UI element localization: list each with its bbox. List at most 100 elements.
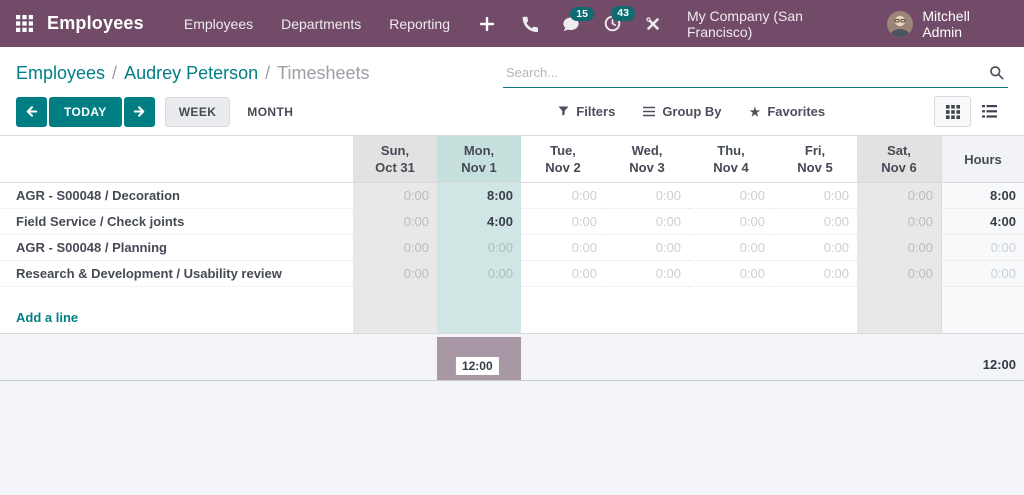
user-menu[interactable]: Mitchell Admin [887,8,1008,40]
day-total-label: 12:00 [455,356,499,375]
grid-cell[interactable]: 0:00 [605,235,689,261]
breadcrumb-separator: / [112,62,118,83]
group-by-label: Group By [662,104,722,119]
week-total: 12:00 [982,357,1016,372]
debug-tools-icon[interactable] [633,16,673,32]
day-date: Nov 6 [881,160,917,175]
row-label[interactable]: AGR - S00048 / Planning [0,235,353,261]
column-header-mon: Mon, Nov 1 [437,136,521,182]
range-month-button[interactable]: MONTH [234,97,306,127]
grid-view-button[interactable] [934,96,971,127]
grid-cell[interactable]: 0:00 [857,183,941,209]
list-view-icon [982,105,997,118]
column-header-fri: Fri, Nov 5 [773,136,857,182]
favorites-star-icon: ★ [749,104,761,119]
range-week-button[interactable]: WEEK [164,96,231,127]
list-view-button[interactable] [971,96,1008,127]
grid-cell[interactable]: 0:00 [857,261,941,287]
grid-cell[interactable]: 0:00 [773,209,857,235]
apps-menu-icon[interactable] [16,15,33,32]
menu-departments[interactable]: Departments [267,0,375,47]
table-row: AGR - S00048 / Planning 0:00 0:00 0:00 0… [0,235,1024,261]
grid-cell[interactable]: 0:00 [353,261,437,287]
breadcrumb-employee-name[interactable]: Audrey Peterson [124,63,258,84]
grid-cell[interactable]: 0:00 [521,183,605,209]
grid-cell[interactable]: 0:00 [353,235,437,261]
menu-employees[interactable]: Employees [170,0,267,47]
grid-cell[interactable]: 0:00 [353,209,437,235]
add-a-line-link[interactable]: Add a line [16,310,78,325]
breadcrumb-current: Timesheets [277,62,370,83]
previous-week-button[interactable] [16,96,47,127]
grid-cell[interactable]: 0:00 [689,235,773,261]
breadcrumb: Employees / Audrey Peterson / Timesheets [16,63,503,84]
row-label[interactable]: AGR - S00048 / Decoration [0,183,353,209]
row-label[interactable]: Research & Development / Usability revie… [0,261,353,287]
grid-cell[interactable]: 0:00 [857,235,941,261]
phone-icon[interactable] [510,16,550,32]
company-switcher[interactable]: My Company (San Francisco) [687,8,865,40]
column-fill-sun [353,287,437,333]
grid-cell[interactable]: 0:00 [773,261,857,287]
day-name: Fri, [804,143,826,158]
grid-cell[interactable]: 0:00 [353,183,437,209]
grid-cell[interactable]: 0:00 [605,183,689,209]
grid-cell[interactable]: 0:00 [857,209,941,235]
grid-corner-cell [0,136,353,182]
activities-icon[interactable]: 43 [592,6,635,32]
day-date: Nov 5 [797,160,833,175]
grid-cell[interactable]: 0:00 [605,261,689,287]
user-name: Mitchell Admin [922,7,970,40]
column-header-sun: Sun, Oct 31 [353,136,437,182]
messages-icon[interactable]: 15 [550,6,594,32]
row-total: 0:00 [941,261,1024,287]
day-name: Tue, [550,143,576,158]
app-brand-title[interactable]: Employees [47,13,144,34]
group-by-icon [643,106,656,117]
column-header-sat: Sat, Nov 6 [857,136,941,182]
menu-reporting[interactable]: Reporting [375,0,464,47]
grid-cell[interactable]: 0:00 [521,235,605,261]
day-name: Sat, [887,143,911,158]
day-date: Nov 1 [461,160,497,175]
breadcrumb-employees[interactable]: Employees [16,63,105,84]
day-name: Wed, [631,143,663,158]
systray: 15 43 My Company (San Francisco) Mitchel… [510,6,1008,40]
search-icon[interactable] [989,65,1004,85]
favorites-menu[interactable]: ★ Favorites [750,104,826,119]
grid-cell[interactable]: 8:00 [437,183,521,209]
row-label[interactable]: Field Service / Check joints [0,209,353,235]
activities-badge: 43 [611,6,635,21]
timesheet-grid: Sun, Oct 31 Mon, Nov 1 Tue, Nov 2 Wed, N… [0,135,1024,334]
grid-cell[interactable]: 0:00 [773,235,857,261]
row-total: 4:00 [941,209,1024,235]
search-input[interactable] [503,58,1008,88]
date-nav-group: TODAY [16,96,155,127]
breadcrumb-separator: / [265,62,271,83]
table-row: AGR - S00048 / Decoration 0:00 8:00 0:00… [0,183,1024,209]
grid-cell[interactable]: 0:00 [437,261,521,287]
group-by-menu[interactable]: Group By [643,104,722,119]
filter-funnel-icon [558,106,569,116]
grid-cell[interactable]: 0:00 [521,209,605,235]
grid-cell[interactable]: 0:00 [605,209,689,235]
search-options: Filters Group By ★ Favorites [558,104,825,119]
grid-cell[interactable]: 0:00 [437,235,521,261]
column-fill-hours [941,287,1024,333]
next-week-button[interactable] [123,96,155,127]
grid-cell[interactable]: 0:00 [773,183,857,209]
row-total: 0:00 [941,235,1024,261]
grid-cell[interactable]: 0:00 [689,183,773,209]
day-date: Oct 31 [375,160,415,175]
grid-cell[interactable]: 0:00 [689,261,773,287]
grid-cell[interactable]: 0:00 [689,209,773,235]
day-name: Sun, [380,143,410,158]
today-button[interactable]: TODAY [49,96,122,127]
column-fill-mon [437,287,521,333]
grid-cell[interactable]: 4:00 [437,209,521,235]
grid-cell[interactable]: 0:00 [521,261,605,287]
filters-menu[interactable]: Filters [558,104,615,119]
column-header-hours: Hours [941,136,1024,182]
plus-icon[interactable] [464,16,510,31]
add-line-row: Add a line [0,287,1024,334]
